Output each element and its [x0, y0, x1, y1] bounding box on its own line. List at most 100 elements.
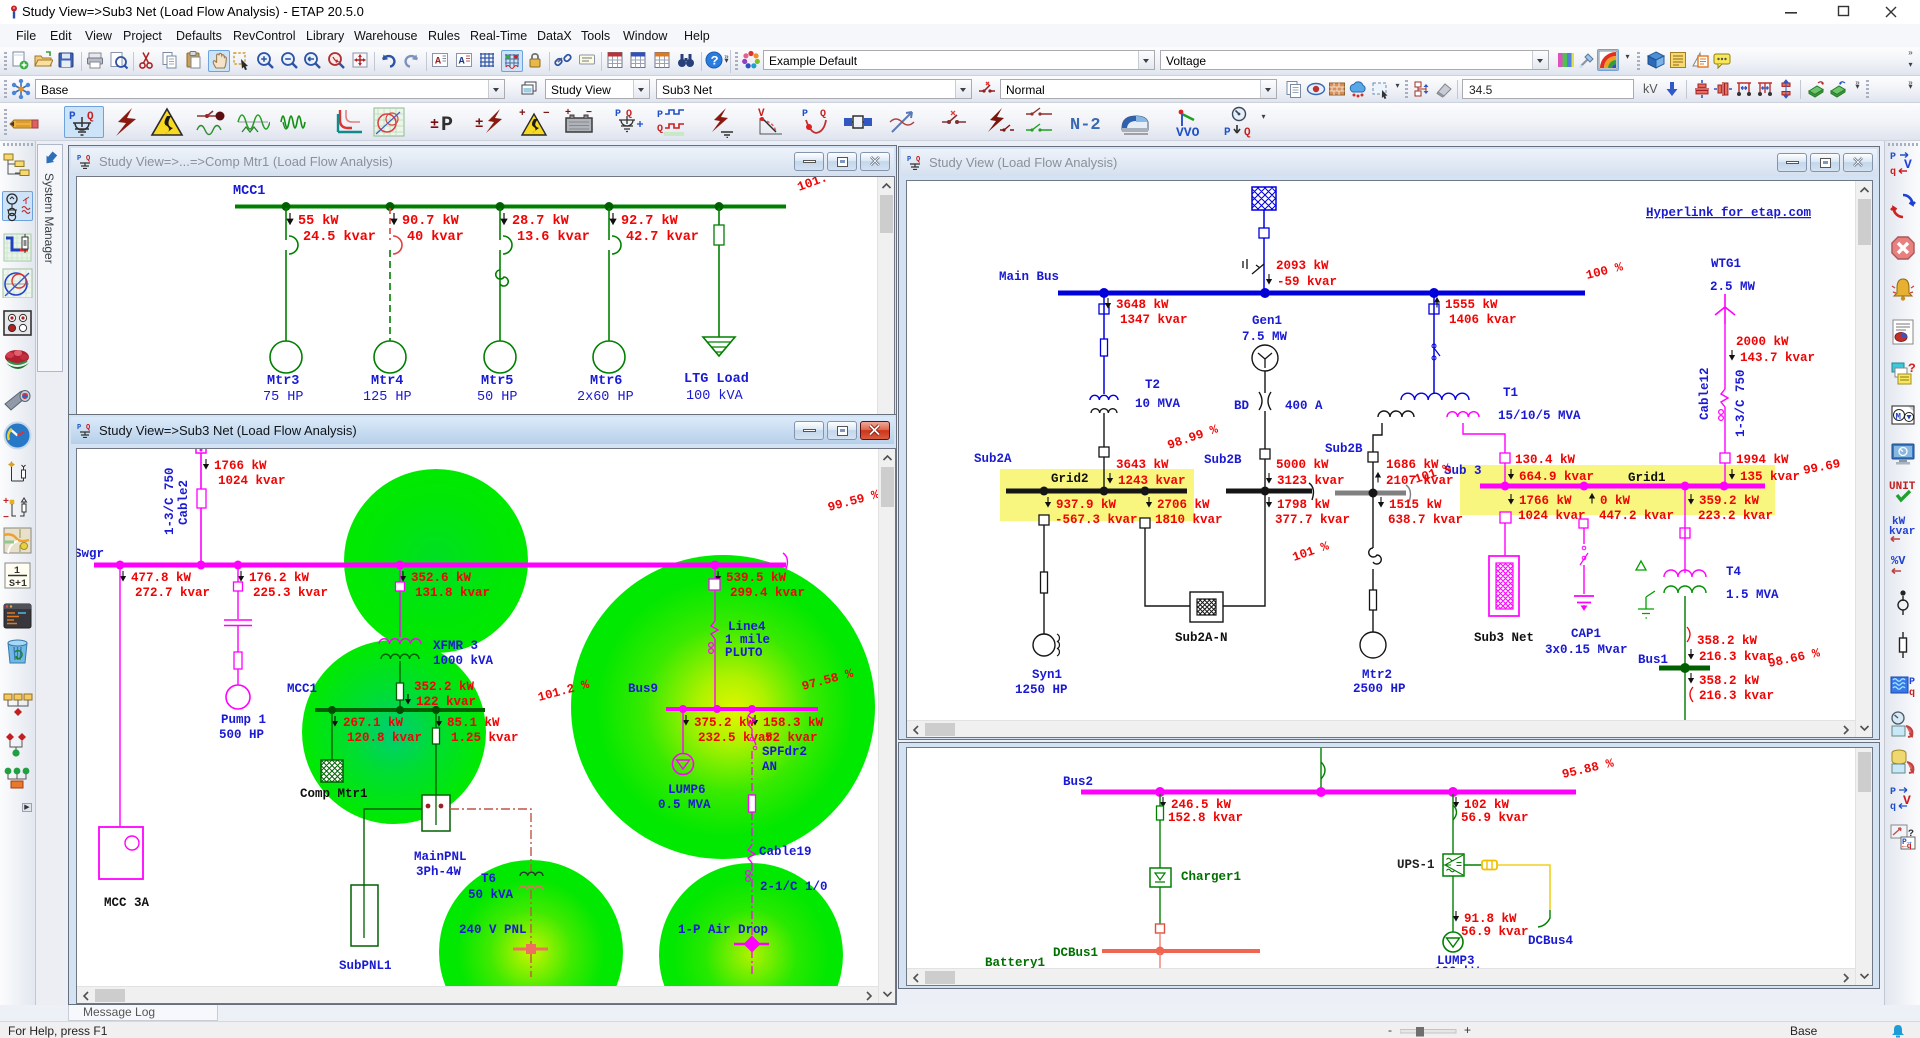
svg-text:3643 kW: 3643 kW — [1116, 458, 1169, 472]
svg-text:50 HP: 50 HP — [477, 390, 518, 405]
svg-text:15/10/5 MVA: 15/10/5 MVA — [1498, 409, 1581, 423]
svg-text:477.8 kW: 477.8 kW — [131, 571, 192, 585]
svg-text:?: ? — [1908, 361, 1916, 376]
svg-text:42.7 kvar: 42.7 kvar — [626, 230, 699, 245]
svg-text:1-P Air Drop: 1-P Air Drop — [678, 923, 768, 937]
svg-text:98.99 %: 98.99 % — [1166, 422, 1221, 452]
svg-text:DCBus1: DCBus1 — [1053, 946, 1098, 960]
svg-text:Sub2B: Sub2B — [1204, 453, 1242, 467]
svg-text:125 HP: 125 HP — [363, 390, 412, 405]
svg-text:90.7 kW: 90.7 kW — [402, 214, 460, 229]
svg-text:377.7 kvar: 377.7 kvar — [1275, 513, 1350, 527]
svg-text:7.5 MW: 7.5 MW — [1242, 330, 1288, 344]
svg-text:2706 kW: 2706 kW — [1157, 498, 1210, 512]
svg-text:2.5 MW: 2.5 MW — [1710, 280, 1756, 294]
svg-text:95.88 %: 95.88 % — [1561, 756, 1616, 782]
svg-text:Mtr4: Mtr4 — [371, 374, 403, 389]
svg-text:85.1 kW: 85.1 kW — [447, 716, 500, 730]
svg-text:131.8 kvar: 131.8 kvar — [415, 586, 490, 600]
svg-text:358.2 kW: 358.2 kW — [1699, 674, 1760, 688]
svg-text:40 kvar: 40 kvar — [407, 230, 464, 245]
svg-text:XFMR 3: XFMR 3 — [433, 639, 478, 653]
svg-text:101 %: 101 % — [1291, 539, 1331, 565]
svg-text:130.4 kW: 130.4 kW — [1515, 453, 1576, 467]
svg-text:Q: Q — [87, 111, 94, 123]
svg-text:272.7 kvar: 272.7 kvar — [135, 586, 210, 600]
svg-text:52 kvar: 52 kvar — [765, 731, 818, 745]
svg-text:Line4: Line4 — [728, 620, 766, 634]
svg-text:120.8 kvar: 120.8 kvar — [347, 731, 422, 745]
svg-text:LUMP6: LUMP6 — [668, 783, 706, 797]
svg-text:223.2 kvar: 223.2 kvar — [1698, 509, 1773, 523]
svg-text:UNIT: UNIT — [1889, 481, 1916, 493]
svg-text:N-2: N-2 — [1070, 116, 1101, 135]
svg-text:1406 kvar: 1406 kvar — [1449, 313, 1517, 327]
svg-text:10 MVA: 10 MVA — [1135, 397, 1181, 411]
svg-text:1.5 MVA: 1.5 MVA — [1726, 588, 1779, 602]
svg-text:?: ? — [711, 54, 719, 69]
svg-text:1766 kW: 1766 kW — [1519, 494, 1572, 508]
svg-text:122 kvar: 122 kvar — [416, 695, 476, 709]
svg-text:28.7 kW: 28.7 kW — [512, 214, 570, 229]
svg-text:Swgr: Swgr — [77, 547, 104, 561]
svg-text:P: P — [77, 424, 81, 432]
svg-text:M: M — [1896, 412, 1901, 422]
svg-text:1-3/C 750: 1-3/C 750 — [1734, 369, 1748, 437]
svg-text:Mtr6: Mtr6 — [590, 374, 622, 389]
svg-text:447.2 kvar: 447.2 kvar — [1599, 509, 1674, 523]
svg-text:Bus2: Bus2 — [1063, 775, 1093, 789]
svg-text:V: V — [1904, 157, 1912, 172]
svg-text:2x60 HP: 2x60 HP — [577, 390, 634, 405]
svg-text:267.1 kW: 267.1 kW — [343, 716, 404, 730]
svg-text:+: + — [3, 497, 9, 508]
svg-text:A: A — [435, 57, 441, 68]
svg-text:CAP1: CAP1 — [1571, 627, 1601, 641]
svg-text:BD: BD — [1234, 399, 1250, 413]
svg-text:1024 kvar: 1024 kvar — [1518, 509, 1586, 523]
svg-text:Mtr3: Mtr3 — [267, 374, 299, 389]
svg-text:216.3 kvar: 216.3 kvar — [1699, 650, 1774, 664]
svg-text:P: P — [1890, 787, 1896, 798]
svg-text:P: P — [1909, 677, 1915, 688]
svg-text:MainPNL: MainPNL — [414, 850, 467, 864]
svg-text:-59 kvar: -59 kvar — [1277, 275, 1337, 289]
svg-text:±: ± — [430, 116, 439, 133]
svg-text:PLUTO: PLUTO — [725, 646, 763, 660]
svg-text:98.66 %: 98.66 % — [1767, 646, 1822, 671]
svg-text:1 mile: 1 mile — [725, 633, 770, 647]
svg-text:−: − — [3, 513, 9, 524]
svg-text:664.9 kvar: 664.9 kvar — [1519, 470, 1594, 484]
svg-text:Charger1: Charger1 — [1181, 870, 1241, 884]
svg-text:2500 HP: 2500 HP — [1353, 682, 1406, 696]
svg-text:400 A: 400 A — [1285, 399, 1323, 413]
svg-text:MCC 3A: MCC 3A — [104, 896, 150, 910]
svg-text:100 kVA: 100 kVA — [686, 389, 744, 404]
svg-text:3Ph-4W: 3Ph-4W — [416, 865, 462, 879]
svg-text:WTG1: WTG1 — [1711, 257, 1741, 271]
svg-text:P: P — [802, 109, 808, 120]
svg-text:1798 kW: 1798 kW — [1277, 498, 1330, 512]
svg-text:240 V PNL: 240 V PNL — [459, 923, 527, 937]
svg-text:246.5 kW: 246.5 kW — [1171, 798, 1232, 812]
svg-text:T2: T2 — [1145, 378, 1160, 392]
svg-text:Q: Q — [657, 124, 663, 135]
svg-text:S+1: S+1 — [9, 579, 27, 590]
svg-text:Grid2: Grid2 — [1051, 472, 1089, 486]
svg-text:Mtr5: Mtr5 — [481, 374, 513, 389]
svg-text:+: + — [519, 108, 526, 120]
svg-text:152.8 kvar: 152.8 kvar — [1168, 811, 1243, 825]
svg-text:T4: T4 — [1726, 565, 1742, 579]
svg-text:Sub2A: Sub2A — [974, 452, 1012, 466]
svg-text:135 kvar: 135 kvar — [1740, 470, 1800, 484]
svg-text:−: − — [543, 108, 550, 120]
svg-text:Syn1: Syn1 — [1032, 668, 1062, 682]
svg-text:Cable19: Cable19 — [759, 845, 812, 859]
svg-text:T6: T6 — [481, 872, 496, 886]
svg-text:P: P — [907, 156, 911, 164]
svg-text:100 %: 100 % — [1585, 260, 1625, 283]
svg-text:Q: Q — [820, 109, 826, 120]
svg-text:937.9 kW: 937.9 kW — [1056, 498, 1117, 512]
svg-text:Main Bus: Main Bus — [999, 270, 1059, 284]
svg-text:UPS-1: UPS-1 — [1397, 858, 1435, 872]
svg-text:LTG Load: LTG Load — [684, 372, 749, 387]
